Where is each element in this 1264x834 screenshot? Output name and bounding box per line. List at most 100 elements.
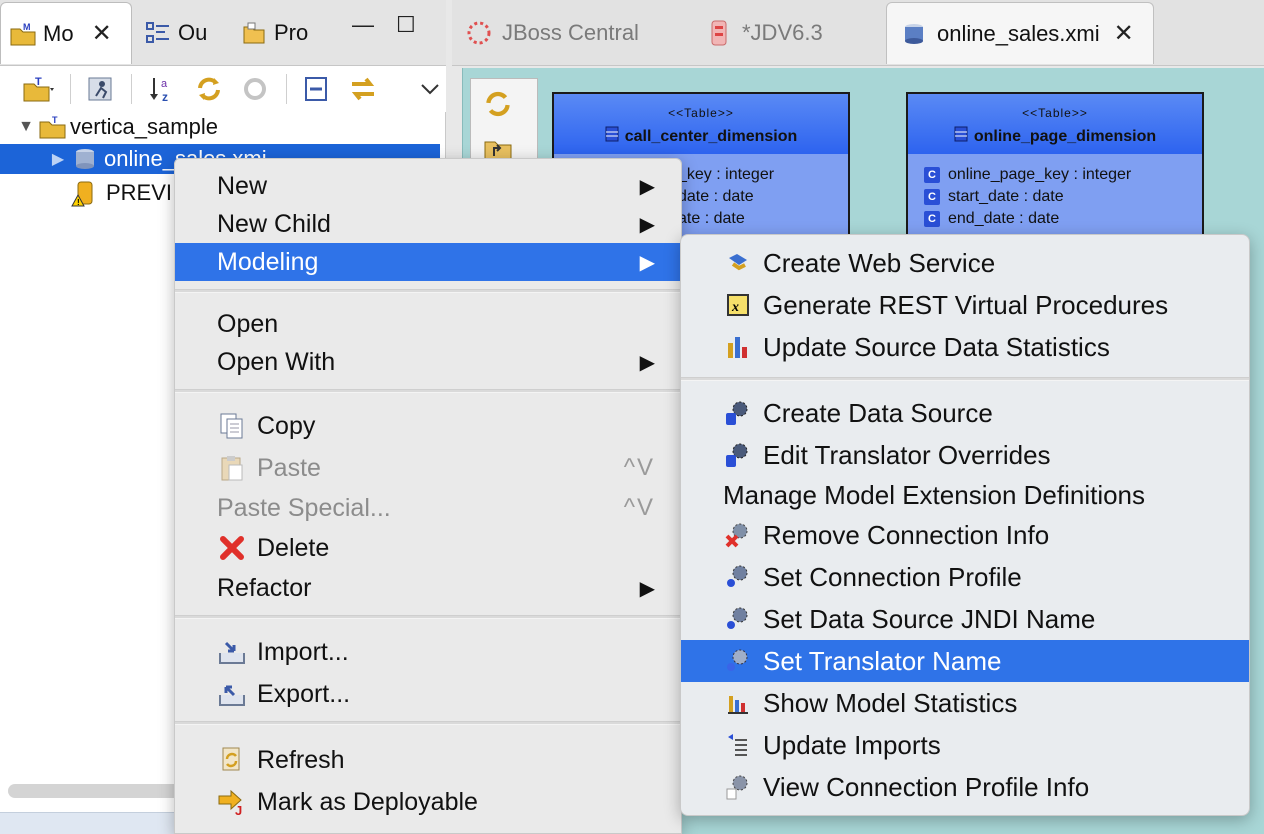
menu-item-set-jndi-name[interactable]: Set Data Source JNDI Name — [681, 598, 1249, 640]
collapse-all-icon[interactable] — [301, 72, 333, 106]
submenu-arrow-icon: ▶ — [639, 251, 655, 274]
statistics-update-icon — [723, 332, 753, 362]
menu-item-refactor[interactable]: Refactor ▶ — [175, 569, 681, 607]
menu-item-export[interactable]: Export... — [175, 675, 681, 713]
menu-separator — [681, 377, 1249, 381]
expanded-twisty-icon[interactable]: ▼ — [16, 118, 36, 136]
svg-text:x: x — [731, 300, 739, 315]
table-column: Cend_date : date — [924, 210, 1059, 228]
menu-item-remove-connection[interactable]: Remove Connection Info — [681, 514, 1249, 556]
menu-item-set-translator-name[interactable]: Set Translator Name — [681, 640, 1249, 682]
data-source-icon — [723, 398, 753, 428]
column-label: end_date : date — [948, 210, 1060, 227]
menu-item-mark-deployable[interactable]: J Mark as Deployable — [175, 783, 681, 821]
run-icon[interactable] — [85, 72, 117, 106]
menu-item-label: Modeling — [217, 247, 319, 276]
translator-icon — [723, 646, 753, 676]
menu-item-new[interactable]: New ▶ — [175, 167, 681, 205]
column-icon: C — [924, 189, 940, 205]
maximize-button[interactable]: ☐ — [396, 12, 416, 38]
sync-diagram-icon[interactable] — [481, 87, 515, 121]
menu-item-label: Refresh — [257, 745, 345, 774]
tab-model-explorer[interactable]: M Mo ✕ — [0, 2, 132, 64]
menu-item-delete[interactable]: Delete — [175, 529, 681, 567]
menu-shortcut: ^V — [623, 454, 655, 481]
connection-profile-icon — [723, 562, 753, 592]
menu-item-update-statistics[interactable]: Update Source Data Statistics — [681, 326, 1249, 368]
tab-properties[interactable]: Pro — [232, 2, 332, 64]
tab-vdb[interactable]: *JDV6.3 — [692, 2, 882, 64]
translator-overrides-icon — [723, 440, 753, 470]
jndi-icon — [723, 604, 753, 634]
column-icon: C — [924, 211, 940, 227]
modeling-submenu: Create Web Service x Generate REST Virtu… — [680, 234, 1250, 816]
menu-item-label: Export... — [257, 679, 351, 708]
table-header: <<Table>> call_center_dimension — [554, 94, 848, 154]
menu-item-create-data-source[interactable]: Create Data Source — [681, 392, 1249, 434]
submenu-arrow-icon: ▶ — [639, 351, 655, 374]
menu-separator — [175, 289, 681, 293]
sort-az-icon[interactable]: az — [146, 72, 178, 106]
menu-item-new-child[interactable]: New Child ▶ — [175, 205, 681, 243]
menu-item-label: Delete — [257, 533, 330, 562]
copy-icon — [217, 411, 247, 441]
menu-item-label: View Connection Profile Info — [763, 771, 1090, 802]
tab-vdb-label: *JDV6.3 — [742, 20, 823, 45]
menu-item-open[interactable]: Open — [175, 305, 681, 343]
menu-item-edit-translator-overrides[interactable]: Edit Translator Overrides — [681, 434, 1249, 476]
table-column: date : date — [678, 188, 754, 205]
tab-outline[interactable]: Ou — [136, 2, 232, 64]
menu-item-view-connection-info[interactable]: View Connection Profile Info — [681, 766, 1249, 808]
menu-item-label: Copy — [257, 411, 316, 440]
tab-model-explorer-label: Mo — [43, 20, 74, 46]
minimize-button[interactable]: — — [352, 12, 374, 38]
refresh-disabled-icon — [239, 72, 271, 106]
menu-item-manage-extensions[interactable]: Manage Model Extension Definitions — [681, 474, 1249, 516]
close-icon[interactable]: ✕ — [92, 19, 112, 48]
link-with-editor-icon[interactable] — [347, 72, 379, 106]
mark-deployable-icon: J — [217, 787, 247, 817]
menu-item-modeling[interactable]: Modeling ▶ — [175, 243, 681, 281]
menu-item-generate-rest[interactable]: x Generate REST Virtual Procedures — [681, 284, 1249, 326]
model-file-icon — [901, 19, 927, 49]
menu-item-label: Mark as Deployable — [257, 787, 478, 816]
menu-item-paste: Paste ^V — [175, 449, 681, 487]
refresh-icon — [217, 745, 247, 775]
tree-item-project[interactable]: ▼ T vertica_sample — [0, 112, 440, 142]
new-model-icon[interactable]: T — [22, 72, 56, 106]
menu-item-label: Manage Model Extension Definitions — [723, 479, 1146, 510]
table-name: online_page_dimension — [908, 126, 1202, 147]
menu-item-open-with[interactable]: Open With ▶ — [175, 343, 681, 381]
svg-text:!: ! — [77, 198, 80, 207]
sync-icon[interactable] — [193, 72, 225, 106]
column-label: start_date : date — [948, 188, 1064, 205]
import-icon — [217, 637, 247, 667]
tab-online-sales[interactable]: online_sales.xmi ✕ — [886, 2, 1154, 64]
submenu-arrow-icon: ▶ — [639, 213, 655, 236]
menu-item-label: Update Imports — [763, 729, 941, 760]
menu-separator — [175, 615, 681, 619]
menu-item-label: Edit Translator Overrides — [763, 439, 1051, 470]
close-icon[interactable]: ✕ — [1114, 19, 1134, 48]
menu-item-set-connection-profile[interactable]: Set Connection Profile — [681, 556, 1249, 598]
table-name-label: online_page_dimension — [973, 127, 1157, 145]
submenu-arrow-icon: ▶ — [639, 175, 655, 198]
view-menu-icon[interactable] — [414, 72, 446, 106]
table-icon — [605, 126, 619, 147]
column-label: online_page_key : integer — [948, 166, 1132, 183]
menu-item-show-model-statistics[interactable]: Show Model Statistics — [681, 682, 1249, 724]
model-file-icon — [72, 146, 100, 172]
menu-item-import[interactable]: Import... — [175, 633, 681, 671]
collapsed-twisty-icon[interactable]: ▶ — [48, 149, 68, 169]
outline-icon — [144, 19, 172, 47]
toolbar-separator — [70, 74, 71, 104]
menu-item-copy[interactable]: Copy — [175, 407, 681, 445]
connection-info-icon — [723, 772, 753, 802]
tab-jboss-central[interactable]: JBoss Central — [452, 2, 680, 64]
menu-item-refresh[interactable]: Refresh — [175, 741, 681, 779]
vdb-icon — [706, 18, 732, 48]
menu-item-create-web-service[interactable]: Create Web Service — [681, 242, 1249, 284]
export-icon — [217, 679, 247, 709]
menu-item-update-imports[interactable]: Update Imports — [681, 724, 1249, 766]
table-name: call_center_dimension — [554, 126, 848, 147]
